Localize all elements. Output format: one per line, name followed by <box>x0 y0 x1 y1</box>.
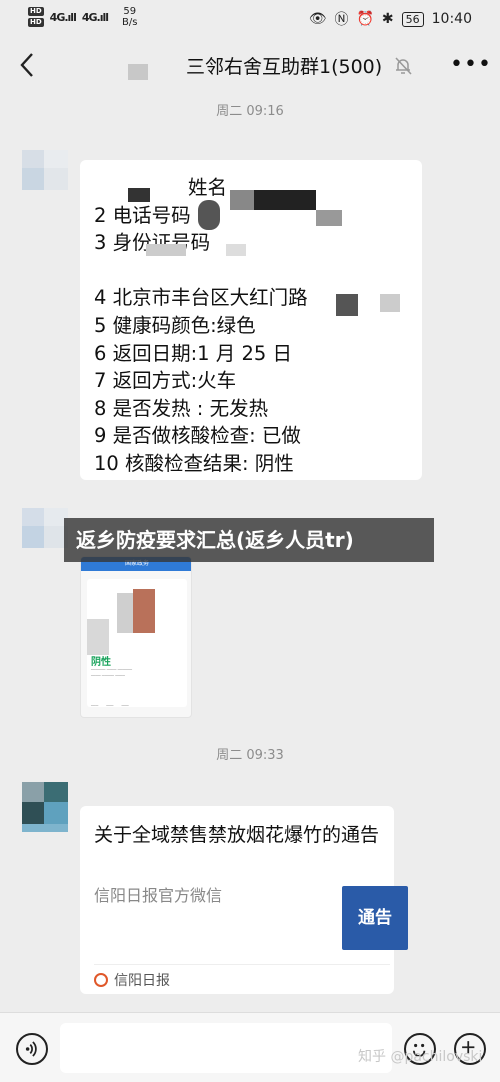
back-arrow-icon[interactable] <box>14 48 44 82</box>
blurred-region <box>128 188 150 202</box>
nfc-icon: Ⓝ <box>334 12 349 28</box>
status-label: 阴性 <box>91 657 111 668</box>
article-source: 信阳日报官方微信 <box>94 886 223 905</box>
list-item: 10 核酸检查结果: 阴性 <box>94 451 294 475</box>
list-item: 5 健康码颜色:绿色 <box>94 313 256 337</box>
eye-icon: 👁 <box>308 11 327 27</box>
blurred-region <box>230 190 254 210</box>
divider <box>94 964 390 965</box>
more-options-icon[interactable]: ••• <box>450 54 492 76</box>
list-item: 7 返回方式:火车 <box>94 369 237 393</box>
voice-icon[interactable] <box>16 1033 48 1065</box>
publisher-logo-icon <box>94 973 108 987</box>
blurred-region <box>133 589 155 633</box>
list-item: 4 北京市丰台区大红门路 <box>94 286 308 310</box>
timestamp: 周二 09:16 <box>216 104 284 119</box>
avatar[interactable] <box>22 782 68 832</box>
image-details: ────── ──── ────── ──── ───── ──── <box>91 667 133 678</box>
overlay-banner: 返乡防疫要求汇总(返乡人员tr) <box>64 518 434 562</box>
network-speed-unit: B/s <box>122 17 138 28</box>
mute-bell-icon <box>395 57 412 75</box>
hd-badges: HD HD <box>28 7 44 27</box>
alarm-icon: ⏰ <box>356 11 374 27</box>
blurred-region <box>226 244 246 256</box>
system-icons: 👁 Ⓝ ⏰ ✱ 56 10:40 <box>309 9 472 29</box>
avatar[interactable] <box>22 508 68 554</box>
avatar[interactable] <box>22 150 68 196</box>
image-buttons: ─── ─── ─── <box>91 703 129 708</box>
list-item: 3 身份证号码 <box>94 231 211 255</box>
chat-title: 三邻右舍互助群1(500) <box>186 56 383 78</box>
message-bubble[interactable]: 姓名 2 电话号码 3 身份证号码 4 北京市丰台区大红门路 5 健康码颜色:绿… <box>80 160 422 480</box>
network-speed-value: 59 <box>123 6 137 17</box>
status-bar: HD HD 4G.ıll 4G.ıll 59 B/s 👁 Ⓝ ⏰ ✱ 56 10… <box>0 0 500 38</box>
message-input[interactable] <box>60 1023 392 1073</box>
blurred-region <box>380 294 400 312</box>
blurred-region <box>198 200 220 230</box>
blurred-region <box>336 294 358 316</box>
article-thumbnail: 通告 <box>342 886 408 950</box>
health-code-card <box>87 579 187 707</box>
image-message[interactable]: 国家政务 阴性 ────── ──── ────── ──── ───── ───… <box>80 556 192 718</box>
network-speed: 59 B/s <box>122 6 137 28</box>
blurred-region <box>87 619 109 655</box>
article-card[interactable]: 关于全域禁售禁放烟花爆竹的通告 信阳日报官方微信 通告 信阳日报 <box>80 806 408 994</box>
blurred-region <box>146 244 186 256</box>
bluetooth-icon: ✱ <box>381 11 394 27</box>
list-item: 6 返回日期:1 月 25 日 <box>94 341 292 365</box>
article-footer: 信阳日报 <box>94 970 170 990</box>
signal-icon: 4G.ıll <box>81 10 109 24</box>
chat-header: 三邻右舍互助群1(500) ••• <box>0 38 500 94</box>
timestamp: 周二 09:33 <box>216 748 284 763</box>
blurred-region <box>316 210 342 226</box>
blurred-region <box>254 190 316 210</box>
publisher-name: 信阳日报 <box>114 973 170 989</box>
list-item: 9 是否做核酸检查: 已做 <box>94 424 301 448</box>
hd-badge: HD <box>28 7 44 16</box>
blurred-region <box>128 64 148 80</box>
clock: 10:40 <box>431 11 472 27</box>
battery-icon: 56 <box>401 11 424 27</box>
signal-icon: 4G.ıll <box>49 10 77 24</box>
watermark: 知乎 @pachilovski <box>358 1049 483 1065</box>
list-item: 8 是否发热 : 无发热 <box>94 396 269 420</box>
network-status: HD HD 4G.ıll 4G.ıll 59 B/s <box>28 6 138 28</box>
article-title: 关于全域禁售禁放烟花爆竹的通告 <box>94 824 380 846</box>
hd-badge: HD <box>28 18 44 27</box>
